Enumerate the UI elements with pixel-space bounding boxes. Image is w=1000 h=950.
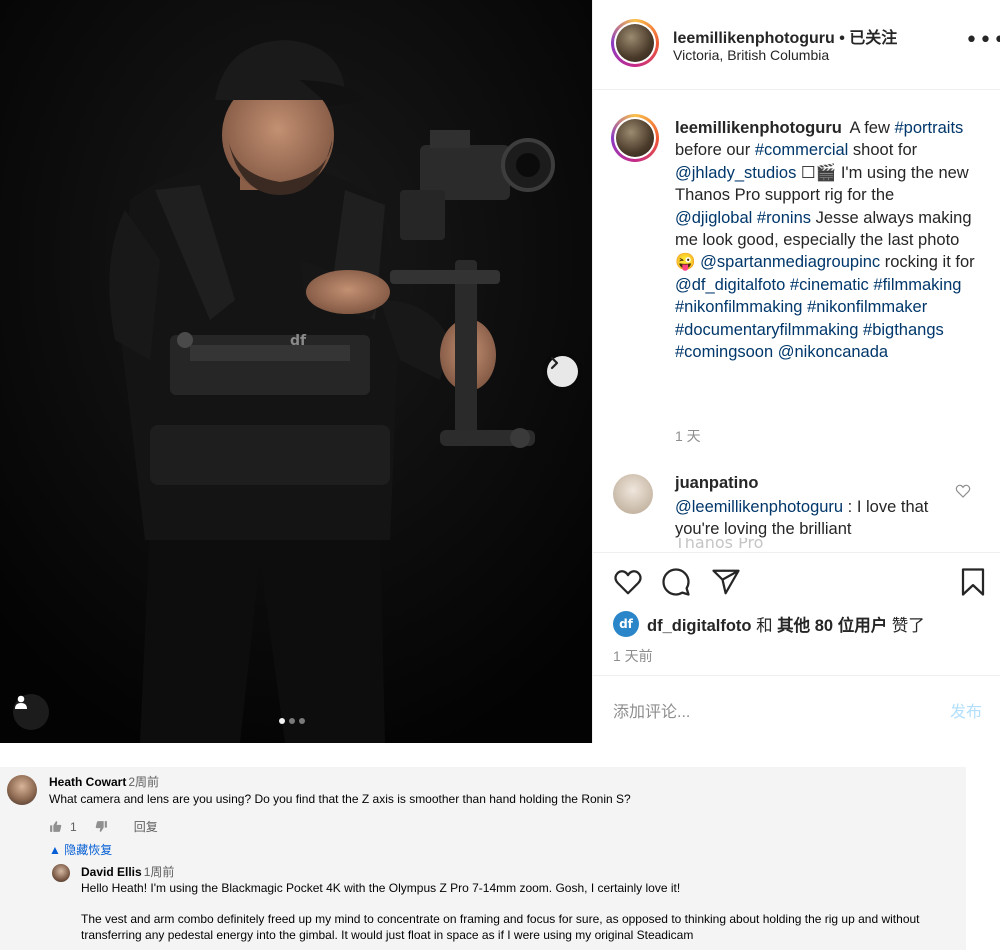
thumbs-down-icon[interactable] [95,820,108,833]
caption-link[interactable]: @df_digitalfoto [675,276,785,294]
caption-avatar[interactable] [611,114,659,162]
commenter-avatar[interactable] [7,775,37,805]
reply-author[interactable]: David Ellis [81,865,142,879]
caption-link[interactable]: #portraits [895,119,964,137]
like-button[interactable] [613,567,643,601]
photo-illustration: df [0,0,592,743]
bookmark-icon [961,568,985,596]
caption-link[interactable]: @spartanmediagroupinc [700,253,880,271]
caption-link[interactable]: #nikonfilmmaker [807,298,927,316]
reply-author-line: David Ellis 1周前 [81,863,174,880]
caption-text: A few [849,119,895,137]
caption-text: before our [675,141,755,160]
comment-text: @leemillikenphotoguru : I love that you'… [675,496,955,540]
caption-avatar-inner [614,117,656,159]
hide-replies-toggle[interactable]: ▲ 隐藏恢复 [49,841,112,858]
likes-others[interactable]: 其他 80 位用户 [777,617,887,635]
header-title: leemillikenphotoguru • 已关注 [673,24,897,48]
caption-link[interactable]: #documentaryfilmmaking [675,321,858,339]
post-actions: df df_digitalfoto 和 其他 80 位用户 赞了 1 天前 [593,552,1000,676]
thumbs-up-icon[interactable] [49,820,62,833]
comment-text-cut: Thanos Pro [675,538,764,552]
likes-and: 和 [756,617,773,635]
caption-timestamp: 1 天 [675,428,701,444]
author-username[interactable]: leemillikenphotoguru [673,30,835,47]
next-photo-button[interactable] [547,356,578,387]
add-comment-input[interactable]: 添加评论... [613,698,690,722]
caption-link[interactable]: #filmmaking [873,276,961,294]
caption-link[interactable]: #ronins [757,209,811,227]
carousel-dot [279,718,285,724]
caption-link[interactable]: #nikonfilmmaking [675,298,802,316]
author-avatar-inner [614,22,656,64]
follow-status[interactable]: • 已关注 [839,30,897,47]
commenter-avatar[interactable] [613,474,653,514]
save-button[interactable] [958,567,988,601]
caption-link[interactable]: #cinematic [790,276,869,294]
publish-button[interactable]: 发布 [950,698,982,722]
caption-link[interactable]: @jhlady_studios [675,164,796,182]
reply-time[interactable]: 1周前 [144,865,175,879]
comment-button[interactable] [661,567,691,601]
post-timestamp: 1 天前 [613,648,653,664]
chevron-right-icon [550,356,559,370]
comment-toolbar: 1 回复 [49,818,158,835]
heart-icon [614,570,642,595]
carousel-dot [299,718,305,724]
post-photo[interactable]: df [0,0,592,743]
share-icon [712,569,740,595]
user-tag-button[interactable] [13,694,49,730]
like-count: 1 [70,819,77,834]
comment-author-line: Heath Cowart 2周前 [49,773,159,790]
likes-liked: 赞了 [891,617,925,635]
post-header: leemillikenphotoguru • 已关注 Victoria, Bri… [593,0,1000,90]
post-detail-panel: leemillikenphotoguru • 已关注 Victoria, Bri… [592,0,1000,743]
caption-link[interactable]: #commercial [755,141,849,159]
hide-replies-label: 隐藏恢复 [64,843,113,857]
caption-link[interactable]: #comingsoon [675,343,773,361]
caret-up-icon: ▲ [49,843,61,857]
caption-link[interactable]: #bigthangs [863,321,944,339]
reply-button[interactable]: 回复 [134,818,158,835]
caption-username[interactable]: leemillikenphotoguru [675,119,842,137]
comment-time[interactable]: 2周前 [128,775,159,789]
post-caption: leemillikenphotoguru A few #portraits be… [675,117,975,363]
carousel-indicator [279,718,305,724]
author-avatar[interactable] [611,19,659,67]
caption-avatar-image [616,119,654,157]
comment-like-button[interactable] [955,483,971,503]
likes-text: df_digitalfoto 和 其他 80 位用户 赞了 [647,612,925,636]
likes-summary: df df_digitalfoto 和 其他 80 位用户 赞了 [613,611,925,637]
post-location[interactable]: Victoria, British Columbia [673,47,829,63]
comment-mention[interactable]: @leemillikenphotoguru [675,498,843,516]
heart-icon [955,484,971,498]
liker-avatar[interactable]: df [613,611,639,637]
caption-text: shoot for [848,141,918,160]
share-button[interactable] [711,567,741,601]
reply-text-1: Hello Heath! I'm using the Blackmagic Po… [81,881,681,895]
author-avatar-image [616,24,654,62]
comment-username[interactable]: juanpatino [675,474,758,493]
more-options-icon[interactable]: ••• [965,30,1000,52]
user-tag-icon [15,695,27,709]
liker-username[interactable]: df_digitalfoto [647,617,751,635]
screenshot-root: df leemillikenphotoguru • 已关注 Victoria, … [0,0,1000,950]
comment-text: What camera and lens are you using? Do y… [49,792,631,806]
youtube-comment-thread: Heath Cowart 2周前 What camera and lens are… [0,767,966,950]
comment-author[interactable]: Heath Cowart [49,775,126,789]
caption-link[interactable]: @djiglobal [675,209,752,227]
reply-avatar[interactable] [52,864,70,882]
caption-text: rocking it for [880,253,975,272]
reply-text-2: The vest and arm combo definitely freed … [81,912,920,942]
carousel-dot [289,718,295,724]
svg-text:df: df [290,333,307,349]
comment-icon [662,568,690,596]
caption-link[interactable]: @nikoncanada [778,343,888,361]
